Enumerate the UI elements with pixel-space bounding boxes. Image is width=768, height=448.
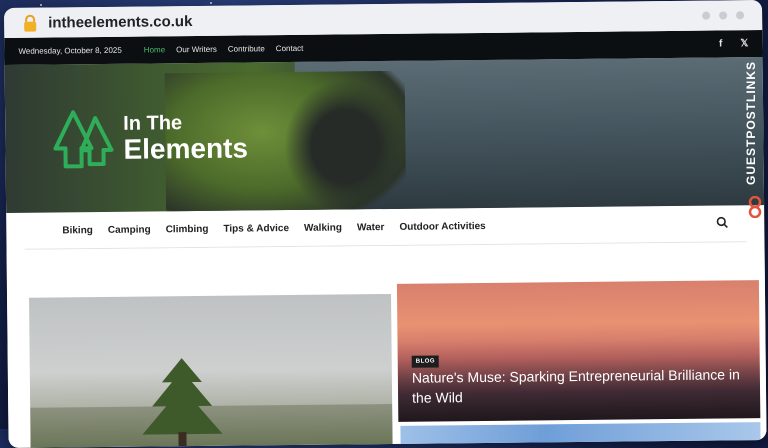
site-logo[interactable]: In The Elements	[53, 106, 248, 170]
browser-window: intheelements.co.uk Wednesday, October 8…	[4, 0, 767, 448]
search-icon[interactable]	[716, 216, 728, 231]
nav-camping[interactable]: Camping	[108, 224, 151, 235]
tree-image	[142, 358, 223, 447]
lock-icon	[22, 14, 38, 32]
current-date: Wednesday, October 8, 2025	[18, 45, 122, 56]
nav-outdoor-activities[interactable]: Outdoor Activities	[399, 220, 485, 232]
logo-text: In The Elements	[123, 112, 249, 165]
top-nav-contribute[interactable]: Contribute	[228, 44, 265, 53]
facebook-icon[interactable]: f	[719, 38, 722, 49]
hero-cliff-shadow	[284, 80, 407, 213]
star	[210, 2, 212, 4]
logo-line-1: In The	[123, 112, 183, 135]
nav-water[interactable]: Water	[357, 222, 385, 233]
featured-headline[interactable]: Nature's Muse: Sparking Entrepreneurial …	[412, 364, 748, 408]
window-dot[interactable]	[719, 11, 728, 20]
top-nav-our-writers[interactable]: Our Writers	[176, 45, 217, 54]
category-badge[interactable]: BLOG	[411, 355, 440, 368]
star	[40, 4, 42, 6]
article-card-image-2[interactable]	[400, 422, 761, 446]
nav-tips-advice[interactable]: Tips & Advice	[223, 223, 289, 235]
nav-climbing[interactable]: Climbing	[166, 223, 209, 234]
link-chain-icon	[748, 196, 762, 218]
window-dot[interactable]	[702, 11, 711, 20]
logo-line-2: Elements	[123, 132, 249, 165]
nav-biking[interactable]: Biking	[62, 225, 93, 236]
top-nav-home[interactable]: Home	[144, 45, 165, 54]
nav-walking[interactable]: Walking	[304, 222, 342, 233]
window-controls	[702, 11, 745, 20]
tree-logo-icon	[53, 110, 114, 169]
hero-banner: In The Elements	[4, 57, 765, 213]
top-nav: Home Our Writers Contribute Contact	[144, 44, 304, 55]
window-dot[interactable]	[736, 11, 745, 20]
top-nav-contact[interactable]: Contact	[276, 44, 304, 53]
article-card-image[interactable]	[29, 293, 393, 448]
content-area: BLOG Nature's Muse: Sparking Entrepreneu…	[6, 242, 767, 448]
featured-article-card[interactable]: BLOG Nature's Muse: Sparking Entrepreneu…	[396, 280, 761, 422]
url-text[interactable]: intheelements.co.uk	[48, 13, 192, 32]
side-brand-text: GUESTPOSTLINKS	[744, 61, 758, 186]
